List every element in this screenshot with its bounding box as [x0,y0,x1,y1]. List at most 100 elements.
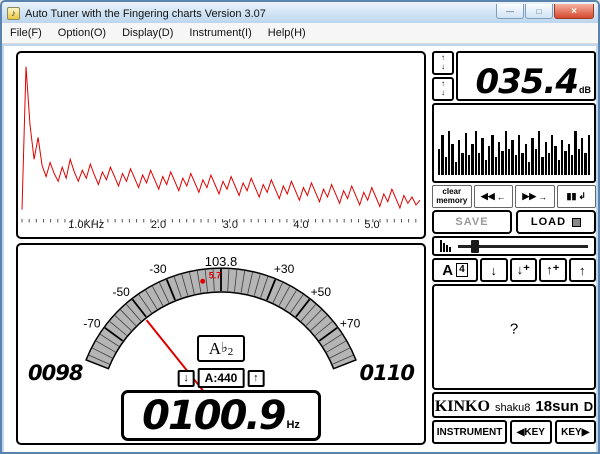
save-button[interactable]: SAVE [432,210,512,234]
note-octave: 2 [228,346,234,358]
tuning-meter-panel: -30-50-70+30+50+70 103.8 5.7 0098 0110 A… [16,243,426,445]
svg-text:+70: +70 [340,317,361,331]
level-bar [458,140,460,175]
level-bar [574,131,576,175]
level-bar [551,135,553,175]
content-area: 1.0KHz 2.0 3.0 4.0 5.0 -30-50-70+30+50+7… [4,46,596,452]
note-select-letter: A [442,262,453,279]
right-sidebar: ↑ ↓ ↑ ↓ 035.4 dB clear [432,51,596,444]
flat-sign: ♭ [221,340,228,357]
level-bar [471,144,473,175]
peak-marker-label: 5.7 [209,270,222,280]
window-title: Auto Tuner with the Fingering charts Ver… [25,8,495,20]
level-bar [518,135,520,175]
level-bar [481,138,483,175]
key-down-button[interactable]: ◀KEY [510,420,551,444]
note-select-button[interactable]: A 4 [432,258,478,282]
level-bar [571,155,573,175]
range-low-value: 0098 [28,361,82,385]
level-bar [548,153,550,175]
menu-help[interactable]: Help(H) [260,24,314,42]
level-bar [538,131,540,175]
level-bar [461,153,463,175]
level-bar [468,155,470,175]
note-down-semitone-button[interactable]: ↓⁺ [510,258,538,282]
forward-button[interactable]: ▶▶ → [515,185,555,208]
db-section: ↑ ↓ ↑ ↓ 035.4 dB [432,51,596,101]
pause-icon: ▮▮ [567,191,577,202]
instrument-button[interactable]: INSTRUMENT [432,420,507,444]
transport-controls: clear memory ◀◀ ← ▶▶ → ▮▮ ↲ [432,185,596,208]
level-bar [535,149,537,175]
save-load-row: SAVE LOAD [432,210,596,234]
db-spinners: ↑ ↓ ↑ ↓ [432,51,454,101]
frequency-readout: 0100.9 Hz [121,390,321,441]
svg-text:-70: -70 [83,317,101,331]
level-bar [561,140,563,175]
svg-text:+30: +30 [274,262,295,276]
down-arrow-icon: ↓ [441,89,445,98]
level-bars [438,129,590,175]
level-bar [508,149,510,175]
rewind-button[interactable]: ◀◀ ← [474,185,514,208]
pitch-down-button[interactable]: ↓ [178,370,195,387]
level-bar [511,140,513,175]
svg-text:+50: +50 [311,285,332,299]
menubar: File(F) Option(O) Display(D) Instrument(… [2,23,598,44]
note-up-button[interactable]: ↑ [569,258,597,282]
note-letter: A [209,339,221,359]
menu-file[interactable]: File(F) [2,24,50,42]
level-bar [451,144,453,175]
level-bar [445,157,447,175]
level-bar [564,151,566,175]
minimize-button[interactable]: — [496,4,524,19]
load-button[interactable]: LOAD [516,210,596,234]
level-bar [558,160,560,175]
bottom-buttons-row: INSTRUMENT ◀KEY KEY▶ [432,420,596,444]
right-arrow-icon: → [538,192,547,202]
slider-thumb[interactable] [471,240,479,253]
level-bar [495,157,497,175]
pause-button[interactable]: ▮▮ ↲ [557,185,597,208]
load-file-icon [572,218,581,227]
level-bar [545,142,547,175]
peak-marker-dot [200,279,205,284]
app-window: ♪ Auto Tuner with the Fingering charts V… [0,0,600,454]
spectrum-axis-label: 4.0 [293,219,308,231]
db-spinner-bottom[interactable]: ↑ ↓ [432,77,454,101]
level-bar [505,131,507,175]
level-bar [485,160,487,175]
level-bar [498,142,500,175]
pitch-reference-value: A:440 [198,368,245,388]
level-bar [528,162,530,175]
clear-memory-button[interactable]: clear memory [432,185,472,208]
level-bar [584,153,586,175]
maximize-button[interactable]: □ [525,4,553,19]
db-spinner-top[interactable]: ↑ ↓ [432,51,454,75]
note-select-row: A 4 ↓ ↓⁺ ↑⁺ ↑ [432,258,596,282]
note-up-semitone-button[interactable]: ↑⁺ [539,258,567,282]
level-bar [541,157,543,175]
spectrum-axis-label: 2.0 [151,219,166,231]
menu-instrument[interactable]: Instrument(I) [181,24,259,42]
instrument-length: 18sun [535,398,578,415]
level-bar [578,149,580,175]
close-button[interactable]: × [554,4,594,19]
instrument-key: D [584,399,593,414]
fingering-chart-panel: ? [432,284,596,390]
level-bar [455,162,457,175]
level-bar [531,138,533,175]
db-display: 035.4 dB [456,51,596,101]
spectrum-axis-label: 3.0 [223,219,238,231]
window-controls: — □ × [495,4,594,19]
slider-track[interactable] [458,245,588,248]
spectrum-panel: 1.0KHz 2.0 3.0 4.0 5.0 [16,51,426,239]
menu-display[interactable]: Display(D) [114,24,181,42]
pitch-reference-row: ↓ A:440 ↑ [178,368,265,388]
instrument-info-row: KINKO shaku8 18sun D [432,392,596,418]
level-bar [554,146,556,175]
pitch-up-button[interactable]: ↑ [247,370,264,387]
note-down-button[interactable]: ↓ [480,258,508,282]
menu-option[interactable]: Option(O) [50,24,114,42]
key-up-button[interactable]: KEY▶ [555,420,596,444]
